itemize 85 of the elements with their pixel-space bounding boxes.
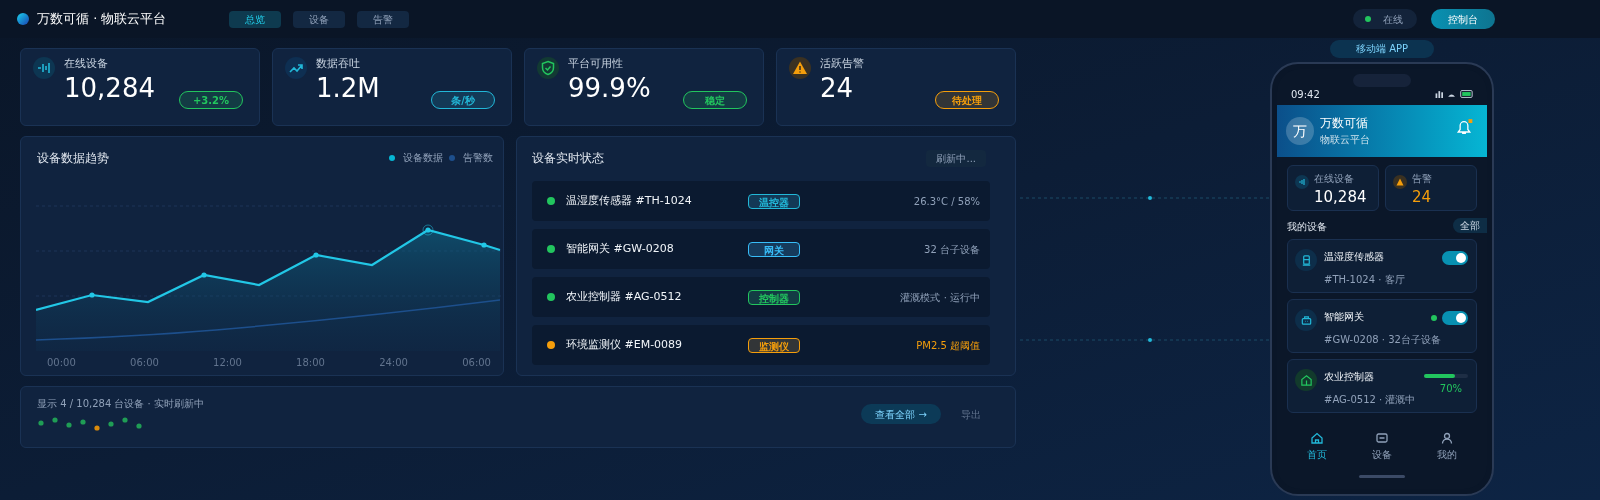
device-icon xyxy=(1375,431,1389,445)
user-icon xyxy=(1439,431,1454,445)
status-label: 在线 xyxy=(1383,12,1403,27)
stat-label: 活跃告警 xyxy=(820,56,864,72)
app-subtitle: 物联云平台 xyxy=(1320,133,1370,147)
legend-label: 设备数据 xyxy=(403,151,443,165)
toggle-switch[interactable] xyxy=(1442,251,1468,265)
view-all-button[interactable]: 查看全部 → xyxy=(861,404,941,424)
stat-label: 平台可用性 xyxy=(568,56,623,72)
axis-label: 24:00 xyxy=(379,356,408,370)
axis-label: 00:00 xyxy=(47,356,76,370)
app-title: 万数可循 · 物联云平台 xyxy=(37,10,168,29)
device-card[interactable]: 智能网关 #GW-0208 · 32台子设备 xyxy=(1287,299,1477,353)
device-reading: 26.3°C / 58% xyxy=(913,194,980,209)
axis-label: 18:00 xyxy=(296,356,325,370)
device-name: 农业控制器 xyxy=(1324,370,1374,384)
axis-label: 06:00 xyxy=(462,356,491,370)
stat-badge: 稳定 xyxy=(683,91,747,109)
device-row[interactable]: 环境监测仪 #EM-0089 监测仪 PM2.5 超阈值 xyxy=(532,325,990,365)
device-row[interactable]: 智能网关 #GW-0208 网关 32 台子设备 xyxy=(532,229,990,269)
signal-icon xyxy=(33,57,55,79)
stat-value: 99.9% xyxy=(568,73,651,103)
device-tag: 温控器 xyxy=(748,193,800,209)
legend-label: 告警数 xyxy=(463,151,493,165)
mini-stat-value: 10,284 xyxy=(1314,187,1367,208)
summary-text: 显示 4 / 10,284 台设备 · 实时刷新中 xyxy=(37,397,204,411)
bottom-nav-tab[interactable]: 设备 xyxy=(1372,431,1392,462)
stat-value: 1.2M xyxy=(316,73,380,103)
device-tag: 网关 xyxy=(748,241,800,257)
device-card[interactable]: 农业控制器 #AG-0512 · 灌溉中 70% xyxy=(1287,359,1477,413)
shield-check-icon xyxy=(537,57,559,79)
logo-icon xyxy=(17,13,29,25)
device-reading: PM2.5 超阈值 xyxy=(916,338,980,353)
axis-label: 06:00 xyxy=(130,356,159,370)
device-name: 温湿度传感器 xyxy=(1324,250,1384,264)
device-name: 温湿度传感器 #TH-1024 xyxy=(566,192,693,209)
device-reading: 32 台子设备 xyxy=(924,242,980,257)
stat-value: 10,284 xyxy=(64,73,155,103)
device-name: 智能网关 #GW-0208 xyxy=(566,240,675,257)
device-meta: #AG-0512 · 灌溉中 xyxy=(1324,393,1416,407)
progress-reading: 70% xyxy=(1439,382,1462,396)
stat-label: 数据吞吐 xyxy=(316,56,360,72)
status-time: 09:42 xyxy=(1291,88,1320,102)
nav-tab[interactable]: 告警 xyxy=(357,10,409,28)
toggle-switch[interactable] xyxy=(1442,311,1468,325)
device-row[interactable]: 温湿度传感器 #TH-1024 温控器 26.3°C / 58% xyxy=(532,181,990,221)
console-button[interactable]: 控制台 xyxy=(1431,9,1495,29)
stat-badge: 待处理 xyxy=(935,91,999,109)
device-reading: 灌溉模式 · 运行中 xyxy=(900,290,980,305)
device-tag: 监测仪 xyxy=(748,337,800,353)
stat-label: 在线设备 xyxy=(64,56,108,72)
device-tag: 控制器 xyxy=(748,289,800,305)
see-all-button[interactable]: 全部 xyxy=(1453,218,1487,233)
stat-badge: 条/秒 xyxy=(431,91,495,109)
app-avatar: 万 xyxy=(1286,117,1314,145)
mini-stat-value: 24 xyxy=(1412,187,1432,208)
status-icons-drawing xyxy=(1435,90,1475,98)
app-name: 万数可循 xyxy=(1320,115,1368,132)
stat-value: 24 xyxy=(820,73,854,103)
chart-title: 设备数据趋势 xyxy=(37,150,109,167)
stat-badge: +3.2% xyxy=(179,91,243,109)
trending-up-icon xyxy=(285,57,307,79)
warning-icon xyxy=(789,57,811,79)
mobile-label: 移动端 APP xyxy=(1330,40,1434,58)
mini-stat-label: 告警 xyxy=(1412,172,1432,186)
device-row[interactable]: 农业控制器 #AG-0512 控制器 灌溉模式 · 运行中 xyxy=(532,277,990,317)
axis-label: 12:00 xyxy=(213,356,242,370)
router-icon xyxy=(1295,309,1317,331)
notification-bell-icon[interactable] xyxy=(1455,119,1473,136)
device-meta: #GW-0208 · 32台子设备 xyxy=(1324,333,1441,347)
panel-title: 设备实时状态 xyxy=(532,150,604,167)
bottom-nav-tab[interactable]: 我的 xyxy=(1436,431,1457,462)
device-card[interactable]: 温湿度传感器 #TH-1024 · 客厅 xyxy=(1287,239,1477,293)
nav-tab[interactable]: 设备 xyxy=(293,10,345,28)
device-name: 智能网关 xyxy=(1324,310,1364,324)
refresh-indicator: 刷新中... xyxy=(926,149,986,167)
bottom-nav-tab[interactable]: 首页 xyxy=(1307,431,1328,462)
nav-tab[interactable]: 总览 xyxy=(229,10,281,28)
home-icon xyxy=(1310,431,1325,445)
home-indicator xyxy=(1359,475,1405,478)
mini-stat-label: 在线设备 xyxy=(1314,172,1354,186)
device-name: 农业控制器 #AG-0512 xyxy=(566,288,683,305)
device-name: 环境监测仪 #EM-0089 xyxy=(566,336,684,353)
section-title: 我的设备 xyxy=(1287,220,1327,234)
device-meta: #TH-1024 · 客厅 xyxy=(1324,273,1405,287)
